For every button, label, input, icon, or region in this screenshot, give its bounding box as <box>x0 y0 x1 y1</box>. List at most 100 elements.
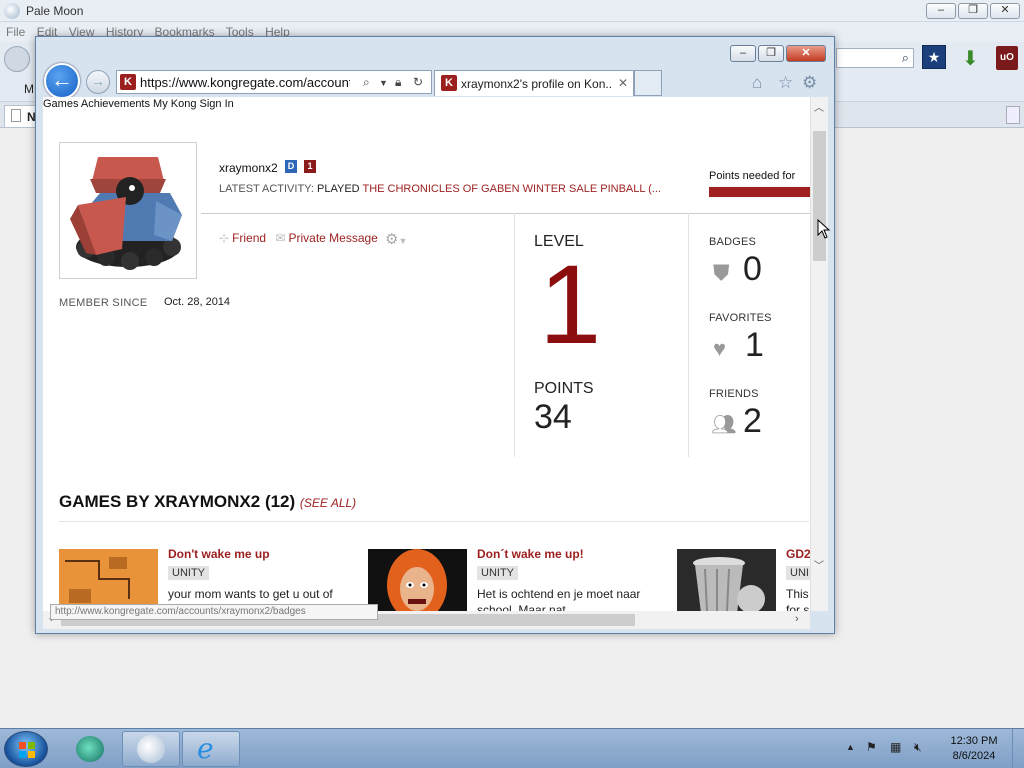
clock-time: 12:30 PM <box>950 735 998 747</box>
menu-file[interactable]: File <box>6 25 25 39</box>
tab-profile[interactable]: K xraymonx2's profile on Kon... ✕ <box>434 70 634 96</box>
palemoon-maximize-button[interactable]: ❐ <box>958 3 988 19</box>
games-heading: GAMES BY XRAYMONX2 (12) (SEE ALL) <box>59 492 356 512</box>
private-message-link[interactable]: Private Message <box>288 231 377 245</box>
address-bar[interactable]: K https://www.kongregate.com/accounts/x … <box>116 70 432 94</box>
game-tag: UNITY <box>477 566 518 580</box>
username[interactable]: xraymonx2 <box>219 161 278 175</box>
back-button[interactable]: ← <box>44 63 80 99</box>
dropdown-icon[interactable]: ▼ <box>379 78 388 88</box>
volume-muted-icon[interactable]: 🔇︎ <box>914 740 922 755</box>
avatar[interactable] <box>59 142 197 279</box>
palemoon-search-input[interactable]: ⌕ <box>836 48 914 68</box>
game-title-link[interactable]: GD2 <box>786 547 810 561</box>
favorites-count[interactable]: 1 <box>745 326 764 365</box>
palemoon-back-button[interactable] <box>4 46 30 72</box>
gear-icon[interactable]: ⚙ <box>802 73 817 93</box>
home-icon[interactable]: ⌂ <box>752 73 762 93</box>
game-title-link[interactable]: Don't wake me up <box>168 547 270 561</box>
bookmark-star-icon[interactable]: ★ <box>922 45 946 69</box>
vertical-scrollbar[interactable]: ︿ ﹀ <box>810 97 828 611</box>
taskbar-app-button[interactable] <box>62 731 120 767</box>
ie-window: – ❐ ✕ ← → K https://www.kongregate.com/a… <box>35 36 835 634</box>
taskbar-ie-button[interactable]: e <box>182 731 240 767</box>
tab-list-button[interactable] <box>1006 106 1020 124</box>
mouse-cursor-icon <box>817 219 831 239</box>
badges-count[interactable]: 0 <box>743 250 762 289</box>
network-icon[interactable]: ▦ <box>890 740 901 754</box>
friends-icon: 👥︎ <box>711 414 737 436</box>
latest-activity-action: PLAYED <box>317 183 360 195</box>
friends-label: FRIENDS <box>709 388 759 400</box>
friend-link[interactable]: Friend <box>232 231 266 245</box>
vertical-scroll-thumb[interactable] <box>813 131 826 261</box>
points-value: 34 <box>534 398 572 436</box>
badges-label: BADGES <box>709 236 757 248</box>
tray-expand-icon[interactable]: ▲ <box>846 742 855 752</box>
friend-icon: ⊹ <box>219 231 230 245</box>
game-title-link[interactable]: Don´t wake me up! <box>477 547 584 561</box>
lock-icon[interactable]: 🔒︎ <box>395 75 401 90</box>
latest-activity: LATEST ACTIVITY: PLAYED THE CHRONICLES O… <box>219 183 661 195</box>
ie-minimize-button[interactable]: – <box>730 45 756 62</box>
games-heading-text: GAMES BY XRAYMONX2 (12) <box>59 492 296 511</box>
message-icon: ✉ <box>275 231 286 245</box>
ie-restore-button[interactable]: ❐ <box>758 45 784 62</box>
settings-gear-icon[interactable]: ⚙▼ <box>385 230 407 248</box>
bookmark-item[interactable]: M <box>24 82 34 96</box>
action-center-flag-icon[interactable]: ⚑ <box>866 740 877 754</box>
favorites-star-icon[interactable]: ☆ <box>778 73 793 93</box>
favorites-label: FAVORITES <box>709 312 772 324</box>
clock-date: 8/6/2024 <box>952 750 996 762</box>
page-icon <box>11 109 21 122</box>
scroll-right-icon[interactable]: › <box>795 613 799 625</box>
game-tag: UNI <box>786 566 810 580</box>
ublock-icon[interactable]: uO <box>996 46 1018 70</box>
status-url-tooltip: http://www.kongregate.com/accounts/xraym… <box>50 604 378 620</box>
new-tab-button[interactable] <box>634 70 662 96</box>
refresh-icon[interactable]: ↻ <box>413 75 423 89</box>
ie-close-button[interactable]: ✕ <box>786 45 826 62</box>
download-icon[interactable]: ⬇ <box>962 46 979 71</box>
scroll-up-icon[interactable]: ︿ <box>814 99 824 114</box>
latest-activity-game-link[interactable]: THE CHRONICLES OF GABEN WINTER SALE PINB… <box>362 183 660 195</box>
game-thumbnail-image <box>677 549 776 611</box>
site-top-nav[interactable]: Games Achievements My Kong Sign In <box>43 98 234 110</box>
palemoon-close-button[interactable]: ✕ <box>990 3 1020 19</box>
profile-actions: ⊹ Friend ✉ Private Message <box>219 231 378 245</box>
level-badge: 1 <box>304 160 316 173</box>
palemoon-logo-icon <box>4 3 20 19</box>
heart-icon: ♥ <box>713 336 727 361</box>
game-description: Het is ochtend en je moet naar school. M… <box>477 587 641 611</box>
ie-logo-icon: e <box>197 732 214 765</box>
game-thumbnail[interactable] <box>59 549 158 611</box>
url-text[interactable]: https://www.kongregate.com/accounts/x <box>140 75 350 90</box>
search-icon: ⌕ <box>901 50 909 65</box>
palemoon-titlebar: Pale Moon – ❐ ✕ <box>0 0 1024 22</box>
palemoon-icon <box>137 735 165 763</box>
member-since-value: Oct. 28, 2014 <box>164 296 231 308</box>
game-description: This for s <box>786 587 810 611</box>
points-label: POINTS <box>534 380 594 397</box>
palemoon-minimize-button[interactable]: – <box>926 3 956 19</box>
friends-count[interactable]: 2 <box>743 402 762 441</box>
badge-shield-icon: ⛊ <box>713 260 730 285</box>
app-icon <box>76 736 104 762</box>
taskbar-palemoon-button[interactable] <box>122 731 180 767</box>
show-desktop-button[interactable] <box>1012 729 1024 768</box>
scroll-down-icon[interactable]: ﹀ <box>814 557 824 572</box>
start-button[interactable] <box>4 731 48 767</box>
windows-logo-icon <box>19 742 35 758</box>
kongregate-favicon-icon: K <box>120 74 136 90</box>
game-thumbnail[interactable] <box>368 549 467 611</box>
taskbar-clock[interactable]: 12:30 PM 8/6/2024 <box>944 734 1004 764</box>
palemoon-title: Pale Moon <box>26 4 84 18</box>
search-icon[interactable]: ⌕ <box>363 75 370 90</box>
see-all-link[interactable]: (SEE ALL) <box>300 496 356 510</box>
forward-button[interactable]: → <box>86 70 110 94</box>
palemoon-tab[interactable]: N <box>4 105 36 127</box>
developer-badge: D <box>285 160 297 173</box>
divider <box>59 521 809 522</box>
game-thumbnail[interactable] <box>677 549 776 611</box>
tab-close-icon[interactable]: ✕ <box>618 76 628 90</box>
